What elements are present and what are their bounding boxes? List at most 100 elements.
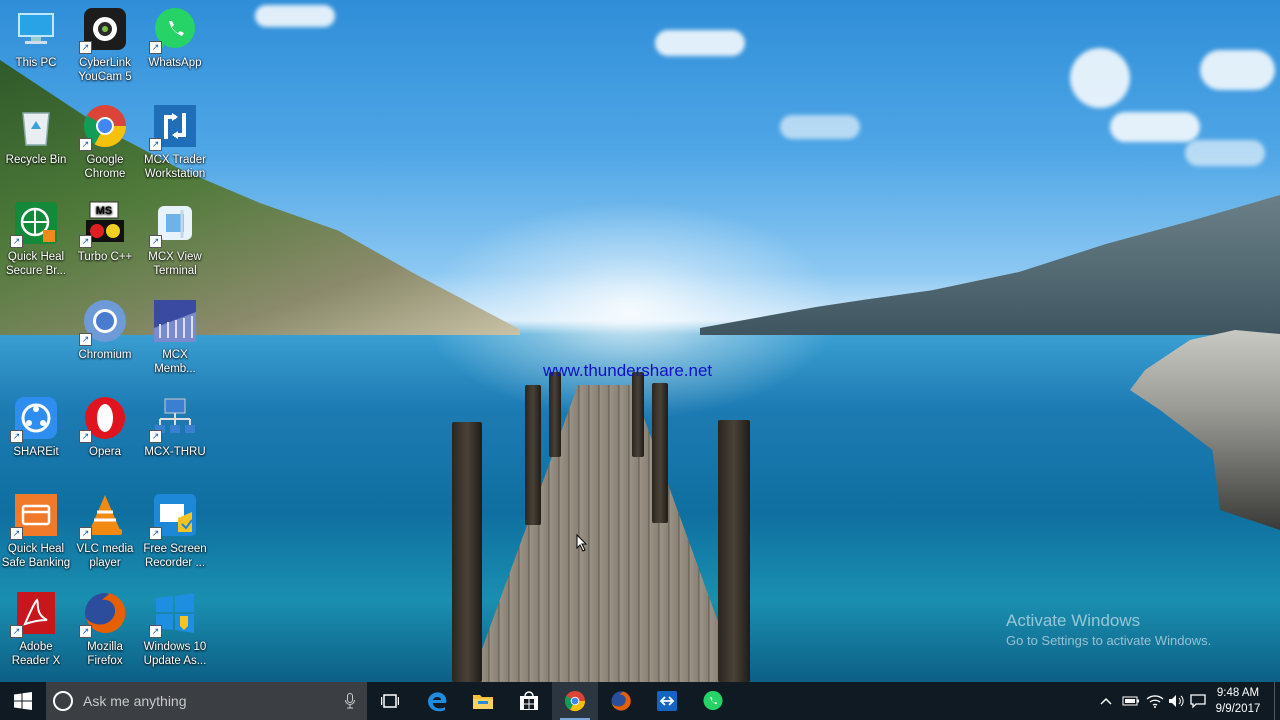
desktop-icon-youcam[interactable]: ↗ CyberLink YouCam 5 [69, 0, 141, 84]
cortana-icon [53, 691, 73, 711]
whatsapp-icon [703, 690, 723, 711]
this-pc-icon [13, 6, 59, 52]
desktop-icon-windows-update[interactable]: ↗ Windows 10 Update As... [139, 584, 211, 668]
shortcut-arrow-icon: ↗ [79, 333, 92, 346]
chrome-icon: ↗ [79, 103, 128, 151]
activate-subtitle: Go to Settings to activate Windows. [1006, 633, 1212, 648]
show-desktop-button[interactable] [1274, 682, 1280, 720]
firefox-icon: ↗ [79, 590, 128, 638]
battery-status[interactable] [1122, 682, 1142, 720]
opera-icon: ↗ [79, 395, 128, 443]
taskbar-edge[interactable] [414, 682, 460, 720]
microphone-icon[interactable] [345, 693, 355, 714]
clock-date: 9/9/2017 [1215, 703, 1261, 715]
cloud [655, 30, 745, 56]
network-status[interactable] [1146, 682, 1166, 720]
desktop-icon-adobe-reader[interactable]: ↗ Adobe Reader X [0, 584, 72, 668]
desktop-icon-this-pc[interactable]: This PC [0, 0, 72, 70]
shortcut-arrow-icon: ↗ [10, 625, 23, 638]
mcx-member-icon [152, 298, 198, 344]
svg-text:MS: MS [96, 205, 113, 217]
desktop-icon-mcx-thru[interactable]: ↗ MCX-THRU [139, 389, 211, 459]
shortcut-arrow-icon: ↗ [10, 235, 23, 248]
desktop-icon-turbo-cpp[interactable]: MS ↗ Turbo C++ [69, 194, 141, 264]
show-hidden-icons-button[interactable] [1100, 682, 1116, 720]
edge-icon [428, 692, 447, 712]
wooden-pier [470, 385, 740, 682]
firefox-icon [611, 691, 631, 711]
file-explorer-icon [473, 695, 493, 709]
action-center-button[interactable] [1190, 682, 1210, 720]
activate-title: Activate Windows [1006, 611, 1141, 630]
taskbar-whatsapp[interactable] [690, 682, 736, 720]
desktop-icon-google-chrome[interactable]: ↗ Google Chrome [69, 97, 141, 181]
mcx-view-icon: ↗ [149, 200, 198, 248]
desktop-icon-mcx-view[interactable]: ↗ MCX View Terminal [139, 194, 211, 278]
start-button[interactable] [0, 682, 46, 720]
shortcut-arrow-icon: ↗ [79, 527, 92, 540]
shortcut-arrow-icon: ↗ [79, 138, 92, 151]
watermark-text: www.thundershare.net [543, 361, 713, 380]
mcx-trader-icon: ↗ [149, 103, 198, 151]
desktop-icon-screen-recorder[interactable]: ↗ Free Screen Recorder ... [139, 486, 211, 570]
task-view-icon [381, 694, 399, 708]
recycle-bin-icon [13, 103, 59, 149]
cortana-search-box[interactable]: Ask me anything [46, 682, 367, 720]
youcam-icon: ↗ [79, 6, 128, 54]
taskbar-chrome[interactable] [552, 682, 598, 720]
shortcut-arrow-icon: ↗ [79, 625, 92, 638]
desktop-icon-chromium[interactable]: ↗ Chromium [69, 292, 141, 362]
task-view-button[interactable] [367, 682, 413, 720]
pier-post [718, 420, 750, 682]
chrome-icon [564, 690, 586, 712]
desktop-icon-safe-banking[interactable]: ↗ Quick Heal Safe Banking [0, 486, 72, 570]
teamviewer-icon [657, 691, 677, 711]
notification-icon [1190, 694, 1206, 708]
mcx-thru-icon: ↗ [149, 395, 198, 443]
speaker-icon [1169, 695, 1184, 707]
desktop-icon-recycle-bin[interactable]: Recycle Bin [0, 97, 72, 167]
taskbar-firefox[interactable] [598, 682, 644, 720]
chevron-up-icon [1100, 697, 1112, 705]
desktop-icon-mcx-trader[interactable]: ↗ MCX Trader Workstation [139, 97, 211, 181]
quick-heal-browser-icon: ↗ [10, 200, 59, 248]
desktop-wallpaper: www.thundershare.net Activate Windows Go… [0, 0, 1280, 682]
cloud [1185, 140, 1265, 166]
battery-icon [1122, 696, 1139, 706]
store-icon [520, 691, 538, 710]
pier-post [652, 383, 668, 523]
desktop-icon-mcx-member[interactable]: MCX Memb... [139, 292, 211, 376]
activate-windows-notice: Activate Windows Go to Settings to activ… [1006, 611, 1211, 648]
chromium-icon: ↗ [79, 298, 128, 346]
mouse-cursor [576, 533, 588, 557]
system-clock[interactable]: 9:48 AM 9/9/2017 [1210, 685, 1266, 717]
shortcut-arrow-icon: ↗ [10, 430, 23, 443]
desktop-icon-firefox[interactable]: ↗ Mozilla Firefox [69, 584, 141, 668]
taskbar-store[interactable] [506, 682, 552, 720]
desktop-icon-opera[interactable]: ↗ Opera [69, 389, 141, 459]
cloud [255, 5, 335, 27]
cloud [1200, 50, 1275, 90]
cloud [1110, 112, 1200, 142]
adobe-reader-icon: ↗ [10, 590, 59, 638]
desktop-icon-shareit[interactable]: ↗ SHAREit [0, 389, 72, 459]
desktop-icon-whatsapp[interactable]: ↗ WhatsApp [139, 0, 211, 70]
cloud [1070, 48, 1130, 108]
screen-recorder-icon: ↗ [149, 492, 198, 540]
shortcut-arrow-icon: ↗ [10, 527, 23, 540]
pier-post [632, 372, 644, 457]
search-placeholder: Ask me anything [83, 693, 187, 709]
shareit-icon: ↗ [10, 395, 59, 443]
wifi-icon [1146, 695, 1164, 708]
windows-update-icon: ↗ [149, 590, 198, 638]
volume-control[interactable] [1168, 682, 1188, 720]
shortcut-arrow-icon: ↗ [149, 235, 162, 248]
desktop-icon-vlc[interactable]: ↗ VLC media player [69, 486, 141, 570]
shortcut-arrow-icon: ↗ [79, 41, 92, 54]
shortcut-arrow-icon: ↗ [79, 235, 92, 248]
rocks-right [1130, 330, 1280, 530]
taskbar-file-explorer[interactable] [460, 682, 506, 720]
shortcut-arrow-icon: ↗ [149, 41, 162, 54]
desktop-icon-quick-heal-browser[interactable]: ↗ Quick Heal Secure Br... [0, 194, 72, 278]
taskbar-teamviewer[interactable] [644, 682, 690, 720]
